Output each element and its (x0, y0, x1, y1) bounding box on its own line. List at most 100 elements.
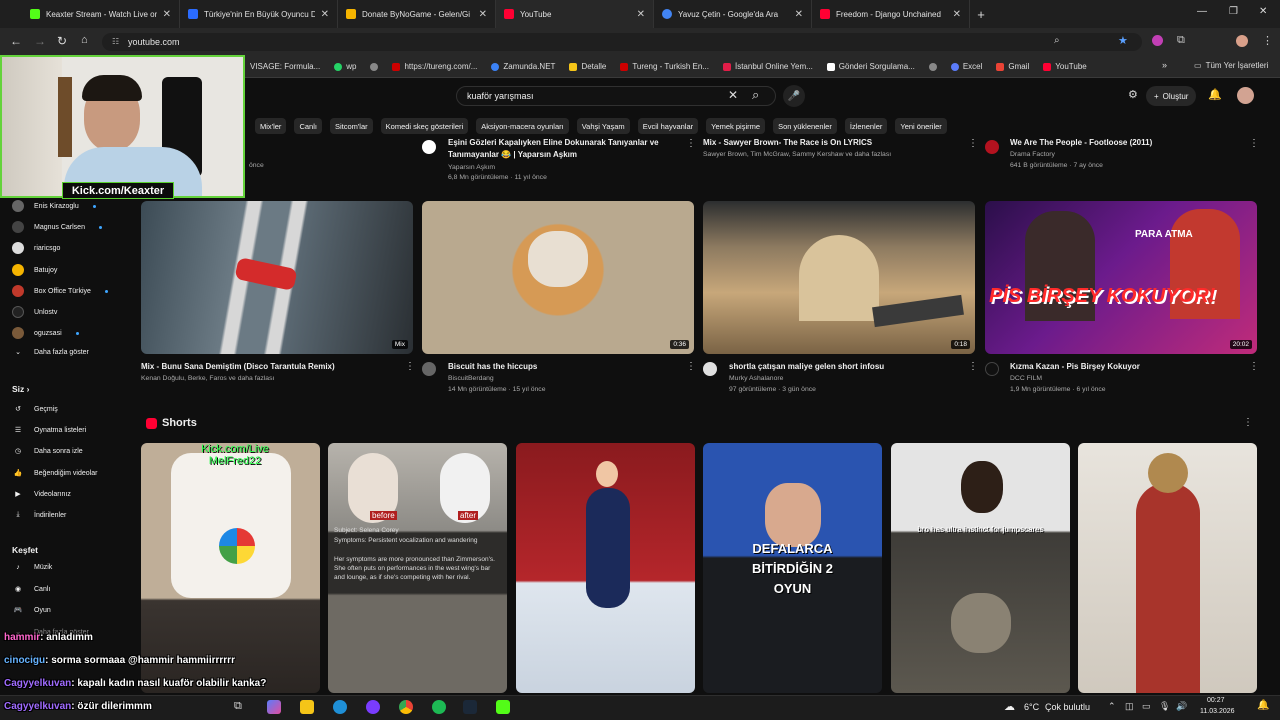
sidebar-sub-enis[interactable]: Enis Kirazoglu (12, 200, 96, 212)
close-icon[interactable]: ✕ (163, 9, 171, 20)
weather-desc[interactable]: Çok bulutlu (1045, 702, 1090, 712)
chip-mixes[interactable]: Mix'ler (255, 118, 287, 134)
tab-freedom[interactable]: Freedom - Django Unchained ✕ (812, 0, 970, 28)
short-card[interactable] (516, 443, 695, 693)
bookmark-yemek[interactable]: İstanbul Online Yem... (722, 62, 813, 71)
chevron-up-icon[interactable]: ⌃ (1108, 701, 1116, 712)
chip-sketch[interactable]: Komedi skeç gösterileri (380, 118, 469, 134)
channel-avatar[interactable] (985, 140, 999, 154)
mic-icon[interactable]: 🎤 (783, 85, 805, 107)
chip-new[interactable]: Yeni öneriler (895, 118, 947, 134)
chip-wildlife[interactable]: Vahşi Yaşam (576, 118, 630, 134)
zoom-icon[interactable]: ⌕ (1054, 35, 1060, 46)
chip-live[interactable]: Canlı (294, 118, 322, 134)
channel-name[interactable]: Yaparsın Aşkım (448, 164, 495, 171)
tab-youtube[interactable]: YouTube ✕ (496, 0, 654, 28)
spotify-icon[interactable] (432, 700, 446, 714)
video-title[interactable]: Mix - Sawyer Brown- The Race is On LYRIC… (703, 138, 872, 147)
profile-avatar[interactable] (1236, 35, 1248, 47)
sidebar-item-downloads[interactable]: ⤓ İndirilenler (12, 511, 66, 519)
bookmark-visage[interactable]: VISAGE: Formula... (250, 62, 320, 71)
tab-google[interactable]: Yavuz Çetin - Google'da Ara ✕ (654, 0, 812, 28)
chip-cooking[interactable]: Yemek pişirme (706, 118, 766, 134)
bookmark-globe[interactable] (370, 62, 379, 71)
more-icon[interactable]: ⋮ (968, 361, 978, 372)
channel-avatar[interactable] (703, 362, 717, 376)
minimize-icon[interactable]: — (1197, 6, 1207, 17)
speaker-icon[interactable]: 🔊 (1176, 701, 1187, 712)
bookmark-youtube[interactable]: YouTube (1043, 62, 1087, 71)
chrome-icon[interactable] (399, 700, 413, 714)
url-field[interactable]: youtube.com (102, 33, 1142, 51)
sidebar-item-playlists[interactable]: ☰ Oynatma listeleri (12, 426, 86, 435)
more-bookmarks-icon[interactable]: » (1162, 60, 1167, 70)
more-icon[interactable]: ⋮ (686, 361, 696, 372)
channel-name[interactable]: Murky Ashalanore (729, 375, 783, 382)
maximize-icon[interactable]: ❐ (1229, 6, 1238, 17)
sidebar-sub-magnus[interactable]: Magnus Carlsen (12, 221, 102, 233)
video-thumbnail[interactable]: 0:36 (422, 201, 694, 354)
video-title-line2[interactable]: Tanımayanlar 😂 | Yaparsın Aşkım (448, 150, 577, 159)
channel-name[interactable]: Sawyer Brown, Tim McGraw, Sammy Kershaw … (703, 151, 891, 158)
bookmark-excel[interactable]: Excel (950, 62, 982, 71)
close-icon[interactable]: ✕ (321, 9, 329, 20)
tab-oyuncu[interactable]: Türkiye'nin En Büyük Oyuncu D ✕ (180, 0, 338, 28)
video-thumbnail[interactable]: PARA ATMA PİS BİRŞEY KOKUYOR! 20:02 (985, 201, 1257, 354)
sidebar-item-live[interactable]: ◉ Canlı (12, 585, 50, 594)
video-title[interactable]: shortla çatışan maliye gelen short infos… (729, 362, 884, 371)
chip-recent[interactable]: Son yüklenenler (773, 118, 837, 134)
steam-icon[interactable] (463, 700, 477, 714)
site-info-icon[interactable]: ☷ (112, 37, 119, 46)
video-title[interactable]: Biscuit has the hiccups (448, 362, 537, 371)
bookmark-tureng[interactable]: Tureng - Turkish En... (620, 62, 709, 71)
more-icon[interactable]: ⋮ (1249, 138, 1259, 149)
bookmark-gonderi[interactable]: Gönderi Sorgulama... (826, 62, 915, 71)
close-icon[interactable]: ✕ (637, 9, 645, 20)
copilot-icon[interactable] (267, 700, 281, 714)
extension-icon[interactable] (1152, 35, 1163, 46)
bookmark-detalle[interactable]: Detalle (569, 62, 606, 71)
chip-pets[interactable]: Evcil hayvanlar (637, 118, 699, 134)
sidebar-item-gaming[interactable]: 🎮 Oyun (12, 606, 51, 615)
all-bookmarks[interactable]: ▭ Tüm Yer İşaretleri (1194, 61, 1268, 70)
chip-action-games[interactable]: Aksiyon-macera oyunları (476, 118, 569, 134)
chip-watched[interactable]: İzlenenler (844, 118, 888, 134)
sidebar-item-watch-later[interactable]: ◷ Daha sonra izle (12, 447, 83, 456)
more-icon[interactable]: ⋮ (968, 138, 978, 149)
channel-name[interactable]: Drama Factory (1010, 151, 1055, 158)
channel-name[interactable]: Kenan Doğulu, Berke, Faros ve daha fazla… (141, 375, 274, 382)
close-icon[interactable]: ✕ (953, 9, 961, 20)
clock-time[interactable]: 00:27 (1207, 697, 1225, 704)
more-icon[interactable]: ⋮ (1243, 417, 1253, 428)
network-icon[interactable]: ◫ (1125, 701, 1134, 712)
more-icon[interactable]: ⋮ (1249, 361, 1259, 372)
short-card[interactable]: DEFALARCA BİTİRDİĞİN 2 OYUN (703, 443, 882, 693)
file-explorer-icon[interactable] (300, 700, 314, 714)
edge-icon[interactable] (333, 700, 347, 714)
bookmark-gmail[interactable]: Gmail (996, 62, 1029, 71)
avatar[interactable] (1237, 87, 1254, 104)
sidebar-sub-unlostv[interactable]: Unlostv (12, 306, 57, 318)
sidebar-show-more[interactable]: ⌄ Daha fazla göster (12, 348, 89, 357)
chip-sitcoms[interactable]: Sitcom'lar (329, 118, 373, 134)
sidebar-sub-oguzsasi[interactable]: oguzsasi (12, 327, 79, 339)
video-title[interactable]: We Are The People - Footloose (2011) (1010, 138, 1152, 147)
star-icon[interactable]: ★ (1118, 34, 1128, 47)
weather-temp[interactable]: 6°C (1024, 702, 1039, 712)
channel-avatar[interactable] (422, 362, 436, 376)
tab-kick[interactable]: Keaxter Stream - Watch Live on ✕ (22, 0, 180, 28)
short-card[interactable] (1078, 443, 1257, 693)
channel-avatar[interactable] (985, 362, 999, 376)
notification-icon[interactable]: 🔔 (1257, 700, 1269, 711)
back-icon[interactable]: ← (10, 34, 22, 48)
video-title[interactable]: Mix - Bunu Sana Demiştim (Disco Tarantul… (141, 362, 335, 371)
bookmark-globe2[interactable] (928, 62, 937, 71)
clear-search-icon[interactable]: ✕ (728, 88, 738, 102)
clock-date[interactable]: 11.03.2026 (1200, 708, 1235, 715)
sidebar-item-music[interactable]: ♪ Müzik (12, 564, 52, 571)
task-view-icon[interactable]: ⧉ (234, 700, 242, 713)
sidebar-sub-batujoy[interactable]: Batujoy (12, 264, 57, 276)
channel-avatar[interactable] (422, 140, 436, 154)
battery-icon[interactable]: ▭ (1142, 701, 1151, 712)
reload-icon[interactable]: ↻ (57, 34, 67, 48)
